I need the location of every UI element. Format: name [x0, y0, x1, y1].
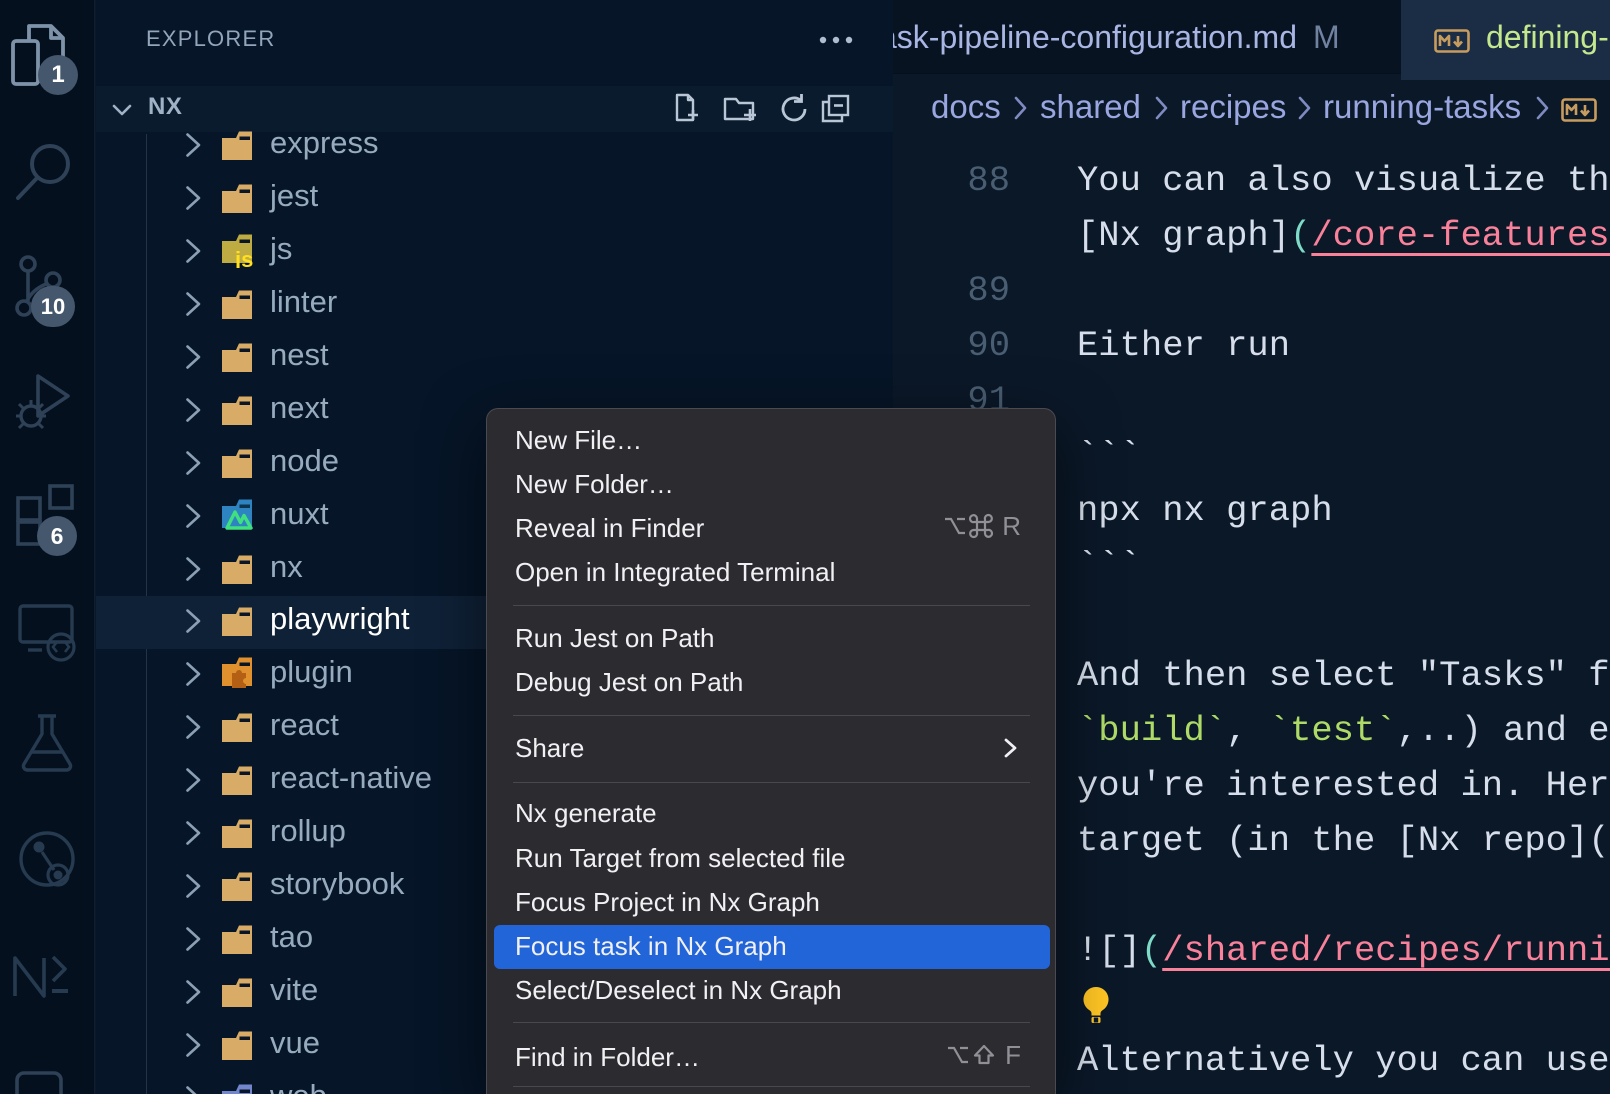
svg-text:js: js — [234, 247, 253, 268]
